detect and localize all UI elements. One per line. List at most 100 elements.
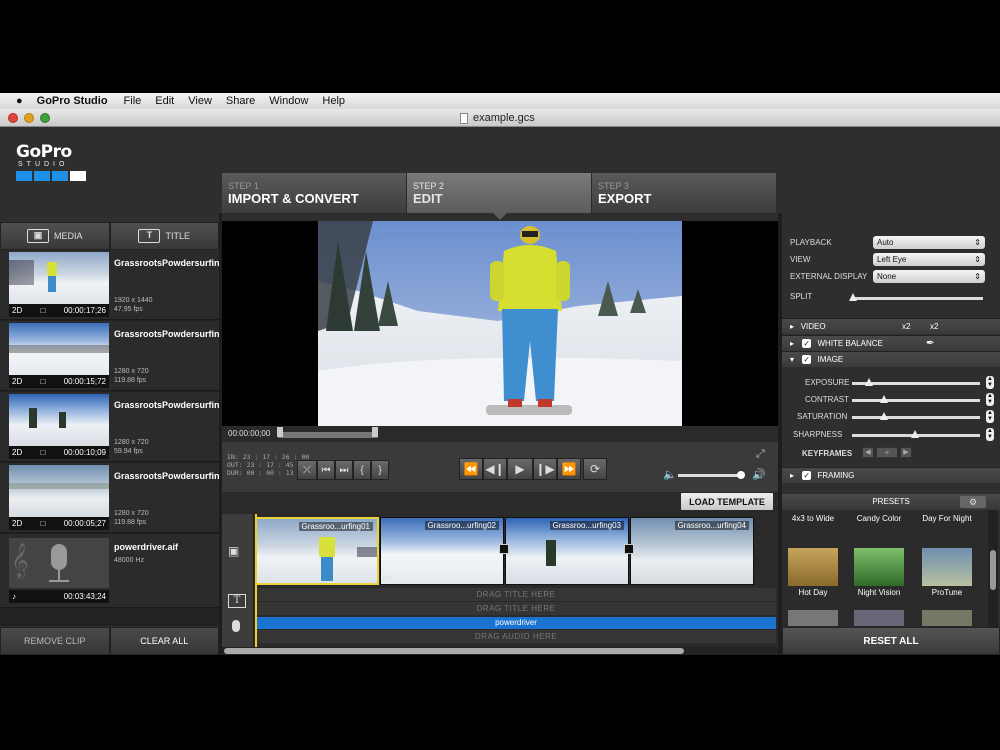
tab-title-label: TITLE	[165, 231, 190, 241]
exposure-slider-knob[interactable]	[865, 378, 873, 386]
set-in-bracket-button[interactable]: {	[353, 460, 371, 480]
split-slider[interactable]	[853, 297, 983, 300]
remove-clip-button[interactable]: REMOVE CLIP	[0, 627, 110, 655]
in-point-handle[interactable]	[277, 427, 283, 437]
section-framing[interactable]: ▸ ✓ FRAMING	[782, 467, 1000, 483]
clip-duration: 00:03:43;24	[63, 592, 106, 601]
rewind-button[interactable]: ⏪	[459, 458, 483, 480]
step-back-button[interactable]: ◀❙	[483, 458, 507, 480]
apple-menu-icon[interactable]: ●	[16, 95, 23, 107]
timeline-scrollbar[interactable]	[222, 647, 778, 655]
step-forward-icon: ❙▶	[535, 462, 555, 476]
preset-night-vision[interactable]: Night Vision	[854, 548, 904, 597]
clear-all-button[interactable]: CLEAR ALL	[109, 627, 219, 655]
menu-app-name[interactable]: GoPro Studio	[37, 95, 108, 107]
scrub-range[interactable]	[278, 432, 378, 438]
mark-in-button[interactable]: ⤫	[297, 460, 317, 480]
title-drop-zone[interactable]: DRAG TITLE HERE	[256, 602, 776, 615]
play-button[interactable]: ▶	[507, 458, 533, 480]
out-point-handle[interactable]	[372, 427, 378, 437]
close-window-button[interactable]	[8, 113, 18, 123]
load-template-button[interactable]: LOAD TEMPLATE	[681, 493, 773, 510]
fullscreen-icon[interactable]: ⤢	[756, 448, 765, 461]
timeline-clip[interactable]: Grassroo...urfing02 FX	[380, 517, 504, 585]
menu-file[interactable]: File	[124, 95, 142, 107]
video-preview-frame[interactable]	[318, 221, 682, 428]
section-image[interactable]: ▾ ✓ IMAGE	[782, 351, 1000, 367]
step-edit[interactable]: STEP 2 EDIT	[407, 173, 592, 220]
go-to-out-button[interactable]: ⏭	[335, 460, 353, 480]
title-drop-zone[interactable]: DRAG TITLE HERE	[256, 588, 776, 601]
reset-all-button[interactable]: RESET ALL	[782, 627, 1000, 655]
tab-media[interactable]: ▣ MEDIA	[0, 222, 110, 250]
contrast-slider[interactable]	[852, 399, 980, 402]
menu-share[interactable]: Share	[226, 95, 255, 107]
presets-scrollbar[interactable]	[988, 510, 998, 627]
video-speed-a[interactable]: x2	[902, 319, 910, 335]
volume-slider[interactable]	[678, 474, 742, 477]
playback-select[interactable]: Auto	[873, 236, 985, 249]
contrast-slider-knob[interactable]	[880, 395, 888, 403]
timeline-clip[interactable]: Grassroo...urfing04 FX	[630, 517, 754, 585]
section-video[interactable]: ▸ VIDEO x2 x2	[782, 318, 1000, 334]
saturation-slider-knob[interactable]	[880, 412, 888, 420]
loop-button[interactable]: ⟳	[583, 458, 607, 480]
section-white-balance[interactable]: ▸ ✓ WHITE BALANCE ✒	[782, 335, 1000, 351]
step-export[interactable]: STEP 3 EXPORT	[592, 173, 777, 213]
step-import-convert[interactable]: STEP 1 IMPORT & CONVERT	[222, 173, 407, 213]
media-clip[interactable]: 2D □ 00:00:10;09 GrassrootsPowdersurfing…	[0, 392, 256, 462]
step-back-icon: ◀❙	[485, 462, 505, 476]
sharpness-slider-knob[interactable]	[911, 430, 919, 438]
exposure-stepper[interactable]: ▲ ▼	[986, 376, 994, 389]
video-speed-b[interactable]: x2	[930, 319, 938, 335]
media-clip[interactable]: 2D □ 00:00:15;72 GrassrootsPowdersurfing…	[0, 321, 256, 391]
audio-drop-zone[interactable]: DRAG AUDIO HERE	[256, 630, 776, 643]
menu-edit[interactable]: Edit	[155, 95, 174, 107]
media-clip-audio[interactable]: 𝄞 ♪ 00:03:43;24 powerdriver.aif 48000 Hz	[0, 534, 219, 608]
minimize-window-button[interactable]	[24, 113, 34, 123]
step-forward-button[interactable]: ❙▶	[533, 458, 557, 480]
audio-track-clip[interactable]: powerdriver	[256, 617, 776, 629]
menu-window[interactable]: Window	[269, 95, 308, 107]
white-balance-checkbox[interactable]: ✓	[802, 339, 812, 349]
transition-marker[interactable]	[624, 544, 634, 554]
saturation-stepper[interactable]: ▲ ▼	[986, 410, 994, 423]
media-clip[interactable]: 2D □ 00:00:05;27 GrassrootsPowdersurfing…	[0, 463, 256, 533]
audio-track-icon	[232, 620, 240, 632]
split-slider-knob[interactable]	[849, 293, 857, 301]
next-keyframe-button[interactable]: ▶	[900, 447, 912, 458]
sharpness-stepper[interactable]: ▲ ▼	[986, 428, 994, 441]
document-icon	[460, 112, 468, 124]
timeline-clip-label: Grassroo...urfing02	[424, 521, 499, 530]
set-out-bracket-button[interactable]: }	[371, 460, 389, 480]
volume-high-icon: 🔊	[752, 469, 766, 481]
media-clip[interactable]: 2D □ 00:00:17;26 GrassrootsPowdersurfing…	[0, 250, 256, 320]
timeline-clip-selected[interactable]: Grassroo...urfing01 FX	[255, 517, 379, 585]
go-to-in-button[interactable]: ⏮	[317, 460, 335, 480]
preset-4x3-to-wide[interactable]: 4x3 to Wide	[788, 514, 838, 523]
saturation-slider[interactable]	[852, 416, 980, 419]
transition-marker[interactable]	[499, 544, 509, 554]
menu-help[interactable]: Help	[322, 95, 345, 107]
image-checkbox[interactable]: ✓	[802, 355, 812, 365]
volume-slider-knob[interactable]	[737, 471, 745, 479]
fast-forward-button[interactable]: ⏩	[557, 458, 581, 480]
preset-protune[interactable]: ProTune	[922, 548, 972, 597]
zoom-window-button[interactable]	[40, 113, 50, 123]
view-select[interactable]: Left Eye	[873, 253, 985, 266]
playhead[interactable]	[255, 514, 257, 655]
preset-candy-color[interactable]: Candy Color	[854, 514, 904, 523]
prev-keyframe-button[interactable]: ◀	[862, 447, 874, 458]
contrast-stepper[interactable]: ▲ ▼	[986, 393, 994, 406]
preset-day-for-night[interactable]: Day For Night	[922, 514, 972, 523]
eyedropper-icon[interactable]: ✒	[926, 336, 934, 352]
clip-mode: 2D	[12, 306, 23, 315]
preset-hot-day[interactable]: Hot Day	[788, 548, 838, 597]
presets-gear-button[interactable]: ⚙	[960, 496, 986, 508]
add-keyframe-button[interactable]: +	[876, 447, 898, 458]
timeline-clip[interactable]: Grassroo...urfing03 FX	[505, 517, 629, 585]
menu-view[interactable]: View	[188, 95, 212, 107]
external-display-select[interactable]: None	[873, 270, 985, 283]
framing-checkbox[interactable]: ✓	[802, 471, 812, 481]
tab-title[interactable]: T TITLE	[109, 222, 219, 250]
